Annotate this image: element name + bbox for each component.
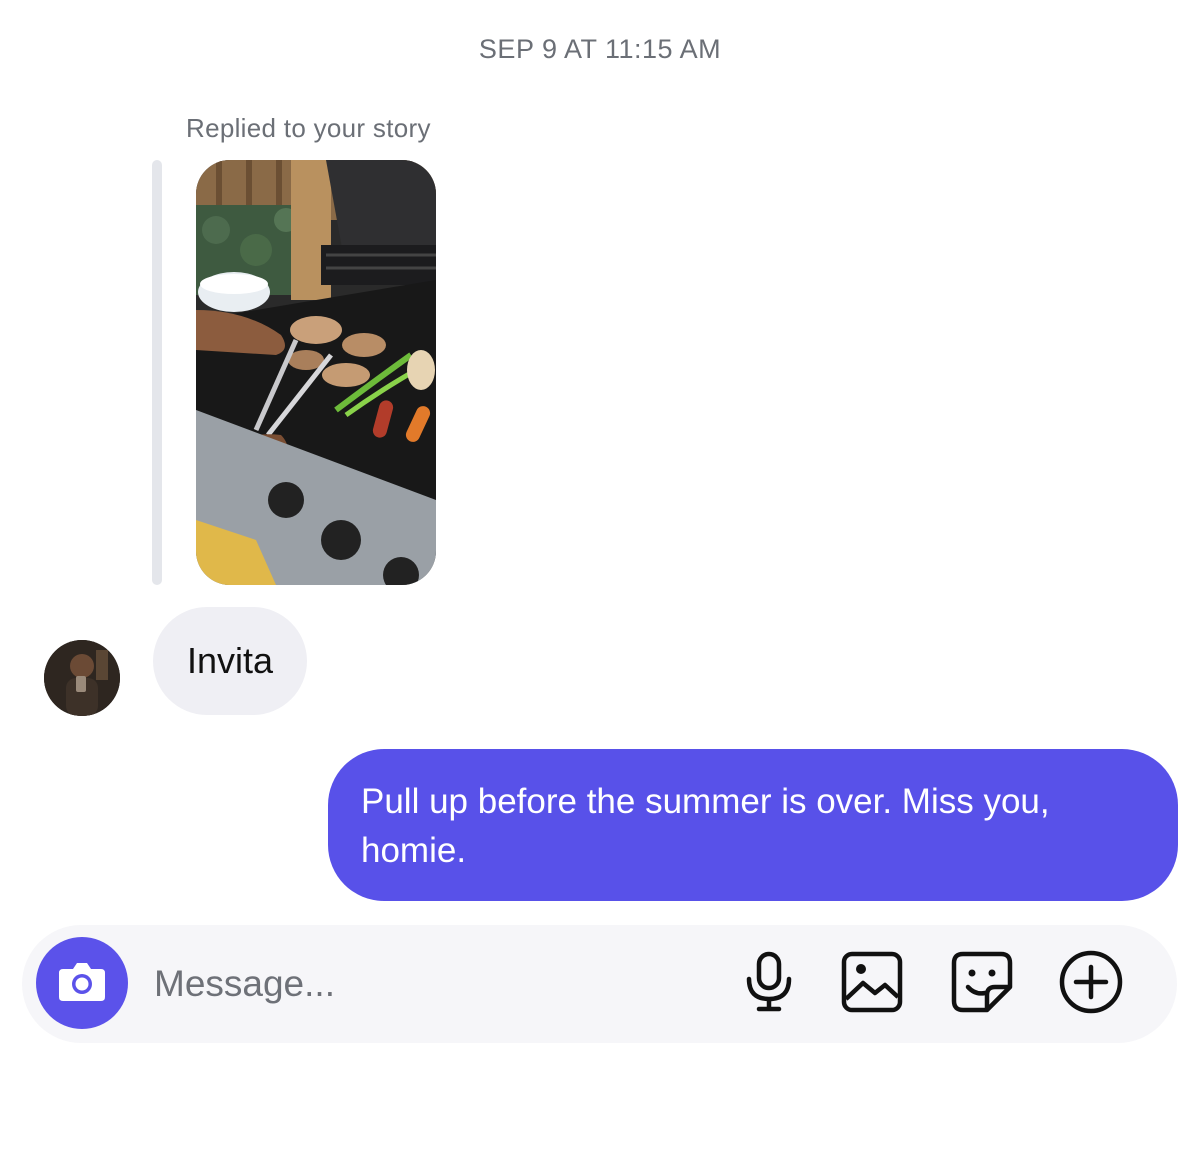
incoming-message-text: Invita bbox=[187, 640, 274, 681]
story-reply-note: Replied to your story bbox=[186, 113, 431, 143]
plus-icon bbox=[1058, 949, 1124, 1020]
microphone-button[interactable] bbox=[734, 949, 804, 1019]
gallery-icon bbox=[841, 951, 903, 1018]
message-timestamp: SEP 9 AT 11:15 AM bbox=[478, 34, 722, 64]
more-options-button[interactable] bbox=[1056, 949, 1126, 1019]
outgoing-message-text: Pull up before the summer is over. Miss … bbox=[361, 782, 1050, 870]
camera-icon bbox=[57, 960, 107, 1007]
message-composer bbox=[22, 925, 1177, 1043]
microphone-icon bbox=[743, 951, 795, 1018]
camera-button[interactable] bbox=[36, 937, 128, 1029]
reply-quote-bar bbox=[152, 160, 162, 585]
outgoing-message-bubble[interactable]: Pull up before the summer is over. Miss … bbox=[328, 749, 1178, 901]
sender-avatar[interactable] bbox=[44, 640, 120, 716]
sticker-button[interactable] bbox=[947, 949, 1017, 1019]
message-input[interactable] bbox=[152, 955, 636, 1013]
incoming-message-bubble[interactable]: Invita bbox=[153, 607, 308, 715]
story-thumbnail[interactable] bbox=[196, 160, 436, 585]
sticker-icon bbox=[951, 951, 1013, 1018]
gallery-button[interactable] bbox=[837, 949, 907, 1019]
